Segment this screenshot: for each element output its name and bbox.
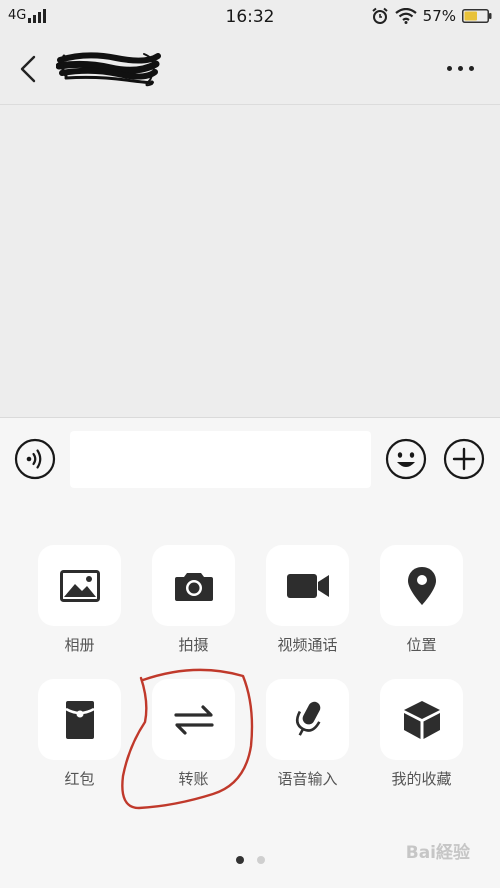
favorites-cube-icon bbox=[403, 700, 440, 739]
status-right: 57% bbox=[371, 7, 492, 25]
feature-label: 转账 bbox=[178, 770, 209, 788]
feature-voice-input[interactable]: 语音输入 bbox=[266, 679, 349, 788]
red-packet-icon bbox=[64, 700, 95, 739]
battery-fill bbox=[464, 11, 477, 21]
alarm-clock-icon bbox=[372, 7, 388, 24]
watermark: Bai経验 bbox=[405, 843, 470, 863]
feature-tile[interactable] bbox=[380, 679, 463, 760]
battery-icon bbox=[462, 9, 492, 23]
feature-label: 位置 bbox=[406, 636, 437, 654]
feature-row: 相册 拍摄 视频通话 位置 bbox=[38, 545, 468, 654]
feature-album[interactable]: 相册 bbox=[38, 545, 121, 654]
feature-transfer[interactable]: 转账 bbox=[152, 679, 235, 788]
page-dot[interactable] bbox=[235, 856, 244, 864]
feature-location[interactable]: 位置 bbox=[380, 545, 463, 654]
feature-red-packet[interactable]: 红包 bbox=[38, 679, 121, 788]
feature-tile[interactable] bbox=[266, 545, 349, 626]
camera-icon bbox=[174, 572, 213, 601]
location-pin-icon bbox=[407, 566, 436, 605]
redacted-name-scribble bbox=[56, 52, 161, 87]
photo-album-icon bbox=[59, 569, 100, 602]
chat-header bbox=[0, 34, 500, 105]
status-bar: 4G 16:32 57% bbox=[0, 0, 500, 34]
microphone-icon bbox=[295, 701, 320, 736]
page-dot[interactable] bbox=[256, 856, 265, 864]
feature-label: 红包 bbox=[64, 770, 95, 788]
voice-icon[interactable] bbox=[14, 438, 56, 480]
message-input[interactable] bbox=[70, 431, 371, 488]
feature-grid: 相册 拍摄 视频通话 位置 红包 转账 语音输入 我的收藏 bbox=[38, 545, 468, 813]
chat-message-area[interactable] bbox=[0, 105, 500, 417]
feature-tile[interactable] bbox=[152, 545, 235, 626]
feature-label: 我的收藏 bbox=[391, 770, 452, 788]
feature-tile[interactable] bbox=[38, 679, 121, 760]
plus-icon[interactable] bbox=[443, 438, 485, 480]
more-features-panel: 相册 拍摄 视频通话 位置 红包 转账 语音输入 我的收藏 bbox=[0, 501, 500, 888]
transfer-arrows-icon bbox=[173, 704, 214, 735]
feature-label: 视频通话 bbox=[277, 636, 338, 654]
feature-camera[interactable]: 拍摄 bbox=[152, 545, 235, 654]
feature-tile[interactable] bbox=[266, 679, 349, 760]
feature-label: 相册 bbox=[64, 636, 95, 654]
feature-favorites[interactable]: 我的收藏 bbox=[380, 679, 463, 788]
feature-tile[interactable] bbox=[152, 679, 235, 760]
input-bar bbox=[0, 417, 500, 502]
feature-label: 语音输入 bbox=[277, 770, 338, 788]
more-dots-icon[interactable] bbox=[447, 66, 474, 71]
feature-video-call[interactable]: 视频通话 bbox=[266, 545, 349, 654]
video-call-icon bbox=[286, 573, 329, 598]
emoji-icon[interactable] bbox=[385, 438, 427, 480]
feature-tile[interactable] bbox=[38, 545, 121, 626]
feature-row: 红包 转账 语音输入 我的收藏 bbox=[38, 679, 468, 788]
back-chevron-icon[interactable] bbox=[16, 54, 40, 84]
feature-label: 拍摄 bbox=[178, 636, 209, 654]
wifi-icon bbox=[394, 8, 417, 24]
feature-tile[interactable] bbox=[380, 545, 463, 626]
battery-percent: 57% bbox=[422, 7, 456, 25]
